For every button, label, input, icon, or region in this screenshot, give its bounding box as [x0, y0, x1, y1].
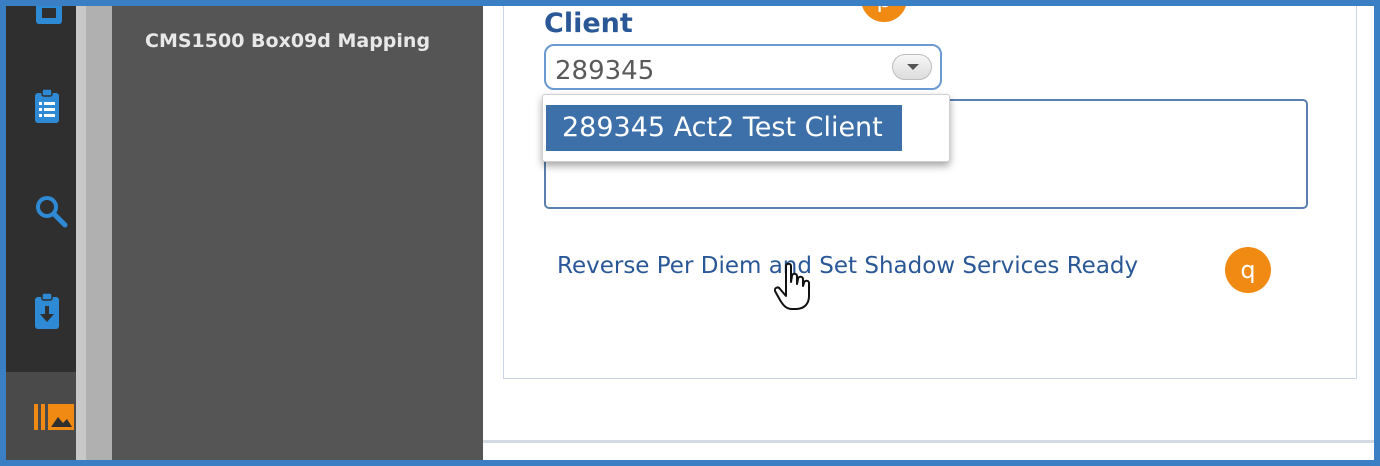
- clipboard-download-icon: [35, 292, 59, 329]
- combobox-toggle-button[interactable]: [892, 54, 932, 80]
- step-badge-p: p: [861, 6, 907, 22]
- rail-item-search[interactable]: [6, 166, 76, 256]
- client-label: Client: [544, 8, 633, 39]
- client-combobox[interactable]: 289345: [544, 44, 942, 90]
- submenu-panel: CMS1500 Box09d Mapping: [112, 6, 483, 460]
- form-panel: Client p 289345 289345 Act2 Test Client …: [503, 6, 1357, 379]
- icon-rail: [6, 6, 76, 460]
- rail-item-download[interactable]: [6, 266, 76, 356]
- main-content: Client p 289345 289345 Act2 Test Client …: [483, 6, 1374, 460]
- rail-item-documents[interactable]: [6, 6, 76, 56]
- document-box-icon: [36, 6, 62, 24]
- bottom-divider: [483, 440, 1374, 443]
- client-dropdown-list: 289345 Act2 Test Client: [542, 94, 950, 162]
- search-icon: [36, 196, 68, 228]
- clipboard-list-icon: [35, 88, 59, 123]
- rail-item-library[interactable]: [6, 372, 76, 460]
- rail-item-clipboard[interactable]: [6, 66, 76, 156]
- client-combobox-value: 289345: [555, 56, 655, 86]
- chevron-down-icon: [907, 64, 919, 70]
- panel-divider-shade: [86, 6, 112, 460]
- hand-pointer-cursor-icon: [774, 262, 810, 310]
- step-badge-q: q: [1225, 247, 1271, 293]
- reverse-per-diem-link[interactable]: Reverse Per Diem and Set Shadow Services…: [557, 253, 1138, 279]
- dropdown-option-client[interactable]: 289345 Act2 Test Client: [546, 105, 902, 151]
- library-icon: [34, 404, 74, 430]
- submenu-item-cms1500-mapping[interactable]: CMS1500 Box09d Mapping: [145, 30, 430, 52]
- app-window: CMS1500 Box09d Mapping Client p 289345 2…: [6, 6, 1374, 460]
